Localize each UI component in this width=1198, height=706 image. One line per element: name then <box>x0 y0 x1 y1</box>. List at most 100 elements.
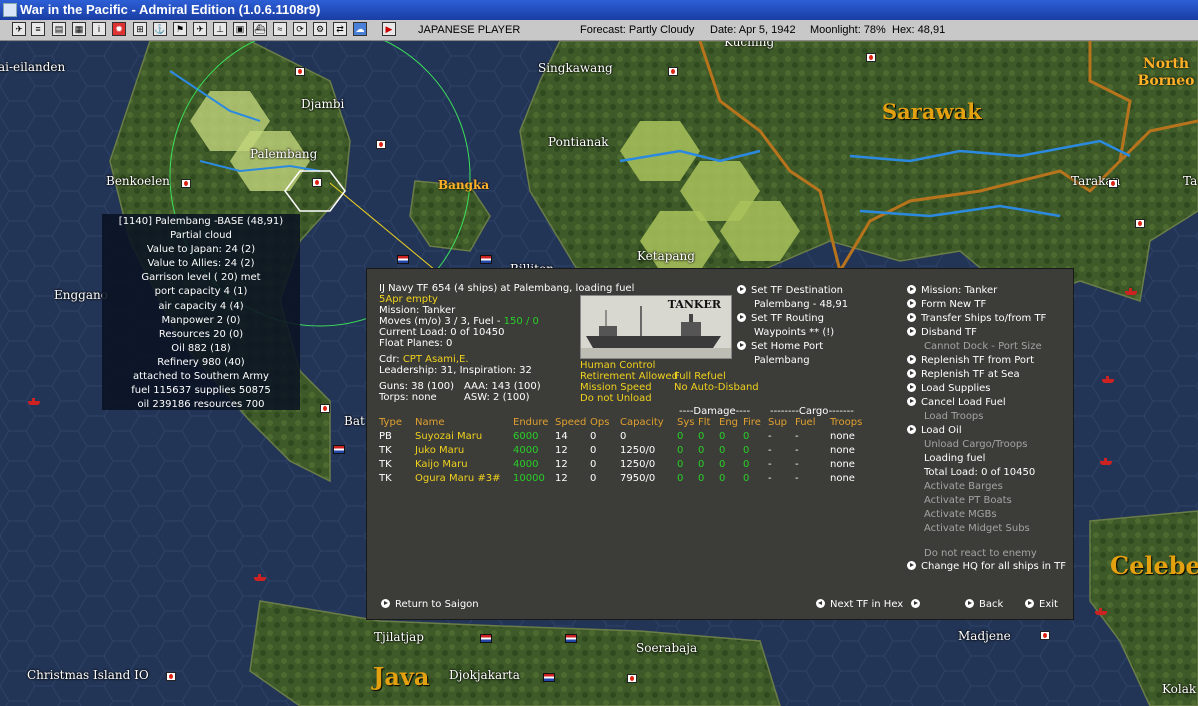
table-cell-flt: 0 <box>698 473 705 484</box>
tf-action-item[interactable]: Load Oil <box>907 425 962 436</box>
group-icon[interactable]: ⊞ <box>133 22 147 36</box>
retirement-toggle[interactable]: Retirement Allowed <box>580 371 678 382</box>
tf-action-item[interactable]: Cancel Load Fuel <box>907 397 1006 408</box>
dutch-flag-marker[interactable] <box>480 255 492 264</box>
cdr-name[interactable]: CPT Asami,E. <box>403 354 469 365</box>
label-celebes: Celebe <box>1110 551 1198 580</box>
set-routing-button[interactable]: Set TF Routing <box>737 313 824 324</box>
base-info-panel: [1140] Palembang -BASE (48,91) Partial cl… <box>102 214 300 410</box>
full-refuel-toggle[interactable]: Full Refuel <box>674 371 726 382</box>
ship-list-icon[interactable]: ⚓ <box>153 22 167 36</box>
refresh-icon[interactable]: ⟳ <box>293 22 307 36</box>
do-not-react-toggle[interactable]: Do not react to enemy <box>924 548 1037 559</box>
play-turn-icon[interactable]: ▶ <box>382 22 396 36</box>
tf-action-item[interactable]: Replenish TF at Sea <box>907 369 1020 380</box>
base-marker[interactable] <box>320 404 330 413</box>
weather-icon[interactable]: ☁ <box>353 22 367 36</box>
ship-marker[interactable] <box>1125 288 1137 295</box>
base-marker[interactable] <box>668 67 678 76</box>
back-button[interactable]: Back <box>965 599 1003 610</box>
base-marker[interactable] <box>295 67 305 76</box>
table-cell-sys: 0 <box>677 431 684 442</box>
auto-disband-toggle[interactable]: No Auto-Disband <box>674 382 759 393</box>
arrows-icon[interactable]: ⇄ <box>333 22 347 36</box>
flag-icon[interactable]: ⚑ <box>173 22 187 36</box>
base-marker[interactable] <box>376 140 386 149</box>
tf-action-label: Activate MGBs <box>924 509 997 520</box>
fleet-icon[interactable]: ⛴ <box>253 22 267 36</box>
human-control-toggle[interactable]: Human Control <box>580 360 655 371</box>
tf-action-label: Unload Cargo/Troops <box>924 439 1028 450</box>
list-icon[interactable]: ≡ <box>31 22 45 36</box>
waypoints-label: Waypoints ** (!) <box>754 327 835 338</box>
report-icon[interactable]: ▤ <box>52 22 66 36</box>
ship-marker[interactable] <box>1100 458 1112 465</box>
next-tf-button[interactable]: Next TF in Hex <box>816 599 925 610</box>
ship-marker[interactable] <box>1102 376 1114 383</box>
base-marker[interactable] <box>1135 219 1145 228</box>
ship-marker[interactable] <box>28 398 40 405</box>
base-marker[interactable] <box>181 179 191 188</box>
tf-action-item[interactable]: Disband TF <box>907 327 977 338</box>
tf-action-item[interactable]: Form New TF <box>907 299 986 310</box>
table-cell-eng: 0 <box>719 459 726 470</box>
hex-label: Hex: 48,91 <box>892 24 946 36</box>
ship-name-link[interactable]: Kaijo Maru <box>415 459 468 470</box>
convoy-icon[interactable]: ≈ <box>273 22 287 36</box>
label-kuching: Kuching <box>724 41 775 49</box>
tf-action-item[interactable]: Transfer Ships to/from TF <box>907 313 1046 324</box>
airgroups-icon[interactable]: ✈ <box>12 22 26 36</box>
base-marker[interactable] <box>312 178 322 187</box>
set-destination-button[interactable]: Set TF Destination <box>737 285 843 296</box>
tf-action-item[interactable]: Loading fuel <box>924 453 985 464</box>
unload-toggle[interactable]: Do not Unload <box>580 393 652 404</box>
window-title: War in the Pacific - Admiral Edition (1.… <box>20 2 321 17</box>
tf-aaa: AAA: 143 (100) <box>464 381 541 392</box>
options-icon[interactable]: ⚙ <box>313 22 327 36</box>
base-marker[interactable] <box>1040 631 1050 640</box>
base-marker[interactable] <box>1108 179 1118 188</box>
ship-marker[interactable] <box>1095 608 1107 615</box>
label-benkoelen: Benkoelen <box>106 174 170 188</box>
arrow-icon <box>907 327 916 336</box>
base-marker[interactable] <box>166 672 176 681</box>
tf-action-item[interactable]: Mission: Tanker <box>907 285 997 296</box>
next-arrow-icon[interactable] <box>911 599 921 608</box>
ship-marker[interactable] <box>254 574 266 581</box>
label-ai-eilanden: ai-eilanden <box>0 60 66 74</box>
change-hq-button[interactable]: Change HQ for all ships in TF <box>907 561 1066 572</box>
back-label: Back <box>979 599 1004 610</box>
dutch-flag-marker[interactable] <box>397 255 409 264</box>
base-info-line: air capacity 4 (4) <box>158 300 244 312</box>
base-marker[interactable] <box>866 53 876 62</box>
info-icon[interactable]: i <box>92 22 106 36</box>
ship-name-link[interactable]: Suyozai Maru <box>415 431 482 442</box>
mission-speed-toggle[interactable]: Mission Speed <box>580 382 652 393</box>
arrow-icon <box>907 313 916 322</box>
ground-unit-icon[interactable]: ⊥ <box>213 22 227 36</box>
tf-action-item[interactable]: Total Load: 0 of 10450 <box>924 467 1035 478</box>
set-home-port-button[interactable]: Set Home Port <box>737 341 823 352</box>
label-singkawang: Singkawang <box>538 61 613 75</box>
table-cell-speed: 12 <box>555 459 568 470</box>
intel-icon[interactable]: ▦ <box>72 22 86 36</box>
prev-arrow-icon[interactable] <box>816 599 825 608</box>
dutch-flag-marker[interactable] <box>565 634 577 643</box>
exit-button[interactable]: Exit <box>1025 599 1058 610</box>
return-button[interactable]: Return to Saigon <box>381 599 479 610</box>
japan-flag-icon[interactable]: ✹ <box>112 22 126 36</box>
set-routing-label: Set TF Routing <box>751 313 824 324</box>
base-marker[interactable] <box>627 674 637 683</box>
ship-name-link[interactable]: Juko Maru <box>415 445 464 456</box>
table-cell-speed: 14 <box>555 431 568 442</box>
tf-action-item[interactable]: Replenish TF from Port <box>907 355 1034 366</box>
aircraft-icon[interactable]: ✈ <box>193 22 207 36</box>
ship-name-link[interactable]: Ogura Maru #3# <box>415 473 500 484</box>
tf-action-item[interactable]: Load Supplies <box>907 383 990 394</box>
dutch-flag-marker[interactable] <box>480 634 492 643</box>
tf-action-label: Activate Midget Subs <box>924 523 1030 534</box>
ship-class-image: TANKER <box>580 295 732 359</box>
dutch-flag-marker[interactable] <box>333 445 345 454</box>
base-icon[interactable]: ▣ <box>233 22 247 36</box>
dutch-flag-marker[interactable] <box>543 673 555 682</box>
